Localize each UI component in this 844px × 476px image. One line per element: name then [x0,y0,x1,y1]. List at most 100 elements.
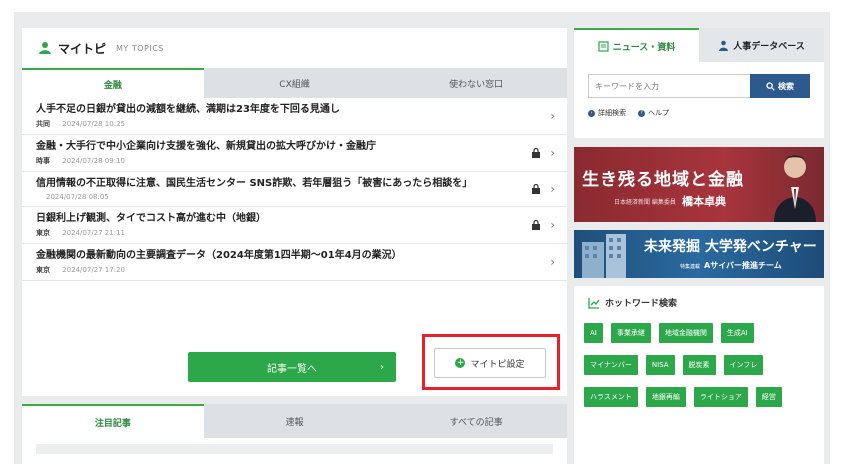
search-panel: ニュース・資料 人事データベース 検索 › 詳細検索 ? ヘルプ [574,28,824,138]
article-date: 2024/07/28 09:10 [62,157,125,165]
article-tabs-panel: 注目記事 速報 すべての記事 [22,404,567,464]
hotword-chip[interactable]: 地域金融機関 [658,323,713,343]
tab-window[interactable]: 使わない窓口 [385,68,567,98]
article-meta: 共同 2024/07/28 10:25 [36,119,527,129]
lock-icon [531,220,541,230]
article-preview-placeholder [36,444,553,454]
chevron-right-icon: › [550,182,555,196]
plus-icon: + [455,358,466,368]
search-button-label: 検索 [778,81,794,91]
banner-headline: 生き残る地域と金融 [582,170,744,190]
tab-news[interactable]: ニュース・資料 [574,28,699,62]
mytopics-tabs: 金融 CX組織 使わない窓口 [22,68,567,98]
arrow-circle-icon: › [588,109,595,117]
tab-breaking[interactable]: 速報 [204,404,386,438]
hotword-chip[interactable]: ライトショア [693,387,748,407]
article-item[interactable]: 人手不足の日銀が貸出の減額を継続、満期は23年度を下回る見通し 共同 2024/… [22,98,567,135]
hotword-chip[interactable]: ハラスメント [584,387,638,407]
article-tabs: 注目記事 速報 すべての記事 [22,404,567,438]
banner-subtitle: 日本経済新聞 編集委員 [614,199,676,206]
hotword-chip[interactable]: 経営 [755,387,782,407]
article-item[interactable]: 信用情報の不正取得に注意、国民生活センター SNS詐欺、若年層狙う「被害にあった… [22,172,567,207]
trend-chart-icon [588,297,600,309]
article-meta: 時事 2024/07/28 09:10 [36,156,527,166]
article-source: 時事 [36,157,50,165]
article-list-button[interactable]: 記事一覧へ › [188,352,396,382]
detail-search-link[interactable]: › 詳細検索 [588,108,626,118]
article-item[interactable]: 日銀利上げ観測、タイでコスト高が進む中（地銀） 東京 2024/07/27 21… [22,207,567,244]
article-meta: 東京 2024/07/27 17:20 [36,265,527,275]
search-input[interactable] [588,74,750,98]
help-link[interactable]: ? ヘルプ [638,108,669,118]
article-meta: 東京 2024/07/27 21:11 [36,228,527,238]
banner-headline: 未来発掘 大学発ベンチャー [644,239,817,255]
hotword-chip[interactable]: 事業承継 [610,323,651,343]
article-item[interactable]: 金融・大手行で中小企業向け支援を強化、新規貸出の拡大呼びかけ・金融庁 時事 20… [22,135,567,172]
hotword-header: ホットワード検索 [574,286,824,309]
chevron-right-icon: › [550,218,555,232]
person-icon [38,41,52,55]
tab-finance[interactable]: 金融 [22,68,204,98]
arrow-right-icon: › [380,361,384,373]
lock-icon [531,184,541,194]
article-title: 日銀利上げ観測、タイでコスト高が進む中（地銀） [36,213,266,224]
article-date: 2024/07/28 10:25 [62,120,125,128]
hotword-panel: ホットワード検索 AI 事業承継 地域金融機関 生成AI マイナンバー NISA 脱炭素 イン… [574,286,824,464]
newspaper-icon [598,40,609,52]
search-row: 検索 [588,74,810,98]
mytopics-subtitle: MY TOPICS [116,43,164,53]
article-list-label: 記事一覧へ [267,363,317,375]
regional-finance-banner[interactable]: 生き残る地域と金融 日本経済新聞 編集委員 橋本卓典 [574,147,824,222]
article-title: 金融機関の最新動向の主要調査データ（2024年度第1四半期〜01年4月の業況） [36,250,402,261]
banner-team: Aサイバー推進チーム [704,261,782,270]
tab-hr-database[interactable]: 人事データベース [699,28,824,62]
search-links: › 詳細検索 ? ヘルプ [588,108,810,118]
tab-featured[interactable]: 注目記事 [22,404,204,438]
hotword-title: ホットワード検索 [605,299,678,309]
article-item[interactable]: 金融機関の最新動向の主要調査データ（2024年度第1四半期〜01年4月の業況） … [22,244,567,281]
article-source: 東京 [36,229,50,237]
hotword-chip[interactable]: マイナンバー [584,355,638,375]
hotword-chip[interactable]: 地銀再編 [645,387,686,407]
page-frame: マイトピ MY TOPICS 金融 CX組織 使わない窓口 人手不足の日銀が貸出… [14,12,830,464]
hotword-chips: AI 事業承継 地域金融機関 生成AI マイナンバー NISA 脱炭素 インフレハラスメント地… [574,309,824,419]
mytopics-settings-label: マイトピ設定 [470,359,525,370]
tab-all-articles[interactable]: すべての記事 [385,404,567,438]
article-title: 人手不足の日銀が貸出の減額を継続、満期は23年度を下回る見通し [36,104,340,115]
mytopics-title: マイトピ [58,41,107,56]
hotword-chip[interactable]: 生成AI [720,323,754,343]
mytopics-settings-button[interactable]: + マイトピ設定 [434,348,546,378]
mytopics-header: マイトピ MY TOPICS [22,28,567,68]
search-tabs: ニュース・資料 人事データベース [574,28,824,62]
tab-hr-label: 人事データベース [733,41,805,52]
banner-series-label: 特集連載 [680,264,701,270]
banner-author: 橋本卓典 [682,195,726,208]
article-title: 金融・大手行で中小企業向け支援を強化、新規貸出の拡大呼びかけ・金融庁 [36,141,376,152]
detail-search-label: 詳細検索 [598,109,626,117]
article-meta: 2024/07/28 08:05 [36,193,527,201]
chevron-right-icon: › [550,146,555,160]
tab-news-label: ニュース・資料 [612,42,676,53]
hotword-chip[interactable]: AI [584,323,603,343]
hotword-chip[interactable]: インフレ [723,355,764,375]
university-venture-banner[interactable]: 未来発掘 大学発ベンチャー 特集連載 Aサイバー推進チーム [574,230,824,278]
article-date: 2024/07/27 21:11 [62,229,125,237]
help-label: ヘルプ [648,109,669,117]
article-source: 共同 [36,120,50,128]
chevron-right-icon: › [550,255,555,269]
person-icon [719,40,729,51]
tab-cx[interactable]: CX組織 [204,68,386,98]
author-portrait [774,155,816,222]
article-date: 2024/07/27 17:20 [62,266,125,274]
search-button[interactable]: 検索 [750,74,810,98]
search-icon [766,81,775,91]
article-title: 信用情報の不正取得に注意、国民生活センター SNS詐欺、若年層狙う「被害にあった… [36,178,473,189]
article-date: 2024/07/28 08:05 [46,193,109,201]
hotword-chip[interactable]: NISA [645,355,675,375]
banner-subtitle: 特集連載 Aサイバー推進チーム [680,260,782,271]
hotword-chip[interactable]: 脱炭素 [682,355,716,375]
article-source: 東京 [36,266,50,274]
building-illustration [582,234,626,278]
chevron-right-icon: › [550,109,555,123]
help-circle-icon: ? [638,109,645,117]
